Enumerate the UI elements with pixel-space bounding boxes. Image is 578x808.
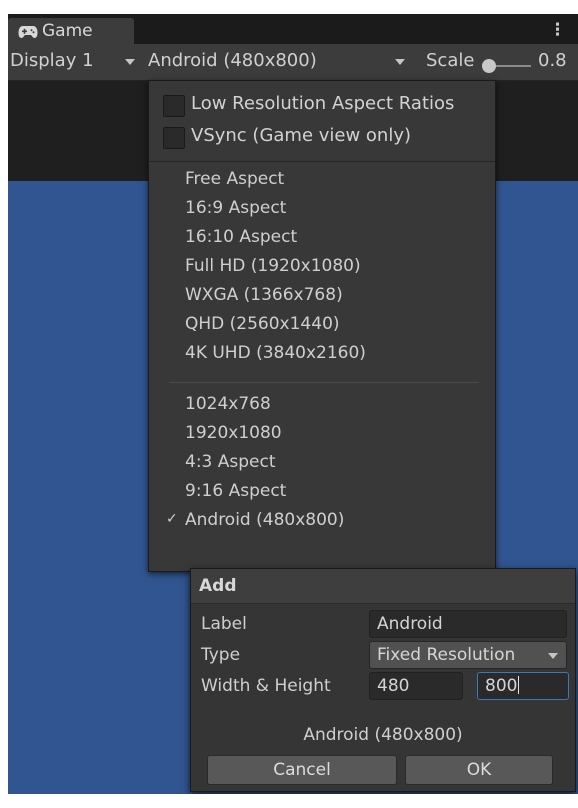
scale-label: Scale xyxy=(426,50,475,71)
menu-item-1920x1080[interactable]: 1920x1080 xyxy=(185,423,282,443)
cancel-button[interactable]: Cancel xyxy=(207,755,397,785)
menu-item-16-10-aspect[interactable]: 16:10 Aspect xyxy=(185,227,297,247)
ok-button[interactable]: OK xyxy=(405,755,553,785)
menu-item-wxga[interactable]: WXGA (1366x768) xyxy=(185,285,343,305)
menu-item-qhd[interactable]: QHD (2560x1440) xyxy=(185,314,340,334)
gamepad-icon xyxy=(18,24,38,43)
menu-separator xyxy=(149,161,495,162)
resolution-dropdown[interactable]: Android (480x800) xyxy=(148,50,317,71)
display-dropdown[interactable]: Display 1 xyxy=(10,50,94,71)
menu-item-9-16-aspect[interactable]: 9:16 Aspect xyxy=(185,481,286,501)
menu-item-1024x768[interactable]: 1024x768 xyxy=(185,394,271,414)
menu-item-full-hd[interactable]: Full HD (1920x1080) xyxy=(185,256,361,276)
label-caption: Label xyxy=(201,614,247,634)
scale-slider-handle[interactable] xyxy=(482,59,496,73)
height-input-value: 800 xyxy=(485,676,518,696)
game-window: Game ⋮ Display 1 Android (480x800) Scale… xyxy=(8,14,578,794)
kebab-menu-icon[interactable]: ⋮ xyxy=(549,20,566,40)
chevron-down-icon xyxy=(548,653,558,659)
add-resolution-dialog: Add Label Android Type Fixed Resolution … xyxy=(190,568,576,792)
menu-item-4k-uhd[interactable]: 4K UHD (3840x2160) xyxy=(185,343,366,363)
display-dropdown-arrow-icon[interactable] xyxy=(125,59,135,65)
height-input[interactable]: 800 xyxy=(477,672,569,700)
menu-item-4-3-aspect[interactable]: 4:3 Aspect xyxy=(185,452,276,472)
dialog-header: Add xyxy=(191,569,575,604)
resolution-dropdown-menu: Low Resolution Aspect Ratios VSync (Game… xyxy=(148,80,496,572)
type-caption: Type xyxy=(201,645,241,665)
menu-item-16-9-aspect[interactable]: 16:9 Aspect xyxy=(185,198,286,218)
checkmark-icon: ✓ xyxy=(166,511,178,527)
menu-separator xyxy=(169,382,479,383)
tab-bar: Game ⋮ xyxy=(8,14,578,44)
dialog-title: Add xyxy=(199,576,237,596)
tab-label: Game xyxy=(42,21,93,41)
label-input[interactable]: Android xyxy=(369,610,567,638)
type-dropdown-value: Fixed Resolution xyxy=(377,645,516,665)
menu-item-android-480x800[interactable]: Android (480x800) xyxy=(185,510,344,530)
resolution-summary: Android (480x800) xyxy=(303,725,463,745)
checkbox[interactable] xyxy=(163,95,185,117)
width-input[interactable]: 480 xyxy=(369,672,463,700)
scale-slider-track[interactable] xyxy=(493,65,531,67)
text-caret xyxy=(518,676,520,694)
game-toolbar: Display 1 Android (480x800) Scale 0.8 xyxy=(8,44,578,81)
width-height-caption: Width & Height xyxy=(201,676,331,696)
checkbox-label: VSync (Game view only) xyxy=(191,125,412,146)
tab-game[interactable]: Game xyxy=(8,18,134,44)
scale-value: 0.8 xyxy=(538,50,567,71)
label-input-value: Android xyxy=(377,614,443,634)
checkbox[interactable] xyxy=(163,127,185,149)
width-input-value: 480 xyxy=(377,676,410,696)
type-dropdown[interactable]: Fixed Resolution xyxy=(369,641,567,669)
resolution-dropdown-arrow-icon[interactable] xyxy=(395,59,405,65)
checkbox-label: Low Resolution Aspect Ratios xyxy=(191,93,455,114)
menu-item-free-aspect[interactable]: Free Aspect xyxy=(185,169,284,189)
